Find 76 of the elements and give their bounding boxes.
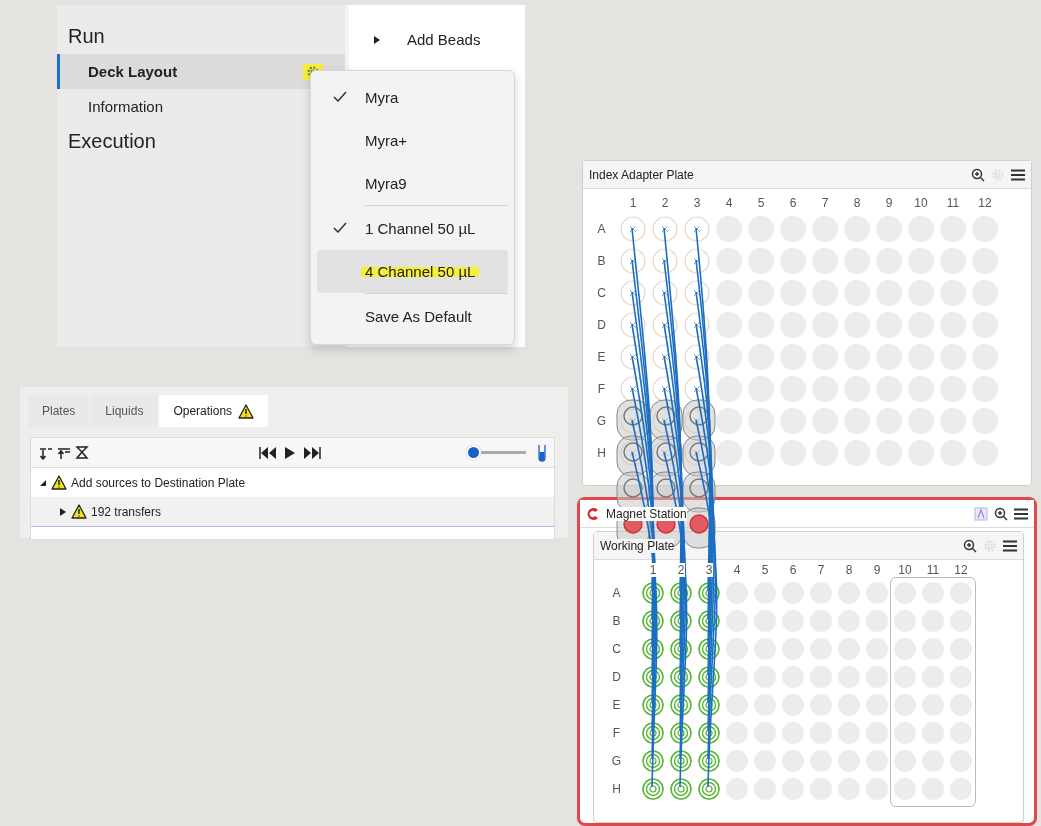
step-label[interactable]: Add Beads xyxy=(407,31,481,48)
tab[interactable]: Plates xyxy=(28,395,90,427)
plate-title: Index Adapter Plate xyxy=(589,167,694,182)
zoom-icon[interactable] xyxy=(994,506,1008,521)
row-label: A xyxy=(596,222,607,236)
column-label: 4 xyxy=(732,562,742,577)
row-label: C xyxy=(596,286,607,300)
row-label: B xyxy=(611,614,622,628)
row-label: B xyxy=(596,254,607,268)
row-label: F xyxy=(596,382,607,396)
column-label: 5 xyxy=(760,562,770,577)
column-label: 11 xyxy=(945,196,961,210)
row-label: H xyxy=(611,782,622,796)
menu-item[interactable]: Save As Default xyxy=(317,295,508,338)
column-label: 8 xyxy=(844,562,854,577)
column-label: 10 xyxy=(897,562,913,577)
tree-item-label[interactable]: Add sources to Destination Plate xyxy=(71,475,246,490)
expand-all-icon[interactable] xyxy=(57,445,71,460)
tab[interactable]: Operations xyxy=(159,395,269,427)
column-label: 10 xyxy=(913,196,929,210)
menu-item[interactable]: Myra9 xyxy=(317,162,508,205)
expanded-arrow-icon[interactable] xyxy=(39,478,47,487)
row-label: E xyxy=(596,350,607,364)
plate-title: Working Plate xyxy=(600,538,675,553)
column-label: 5 xyxy=(756,196,766,210)
row-label: D xyxy=(596,318,607,332)
tree-item-label[interactable]: 192 transfers xyxy=(91,504,162,519)
row-label: E xyxy=(611,698,622,712)
row-label: F xyxy=(611,726,622,740)
collapse-all-icon[interactable] xyxy=(39,445,53,460)
menu-icon[interactable] xyxy=(1011,168,1025,181)
row-label: D xyxy=(611,670,622,684)
menu-item[interactable]: Myra+ xyxy=(317,119,508,162)
skip-forward-icon[interactable] xyxy=(303,446,321,459)
column-label: 6 xyxy=(788,562,798,577)
column-label: 4 xyxy=(724,196,734,210)
square-icon[interactable] xyxy=(974,506,988,521)
column-label: 12 xyxy=(953,562,969,577)
expand-collapse-icon[interactable] xyxy=(75,445,89,460)
collapsed-arrow-icon[interactable] xyxy=(373,35,381,44)
play-icon[interactable] xyxy=(285,446,295,459)
menu-item[interactable]: 1 Channel 50 µL xyxy=(317,207,508,250)
row-label: G xyxy=(595,414,608,428)
tube-icon[interactable] xyxy=(538,443,546,462)
column-label: 1 xyxy=(648,562,658,577)
tab[interactable]: Liquids xyxy=(91,395,158,427)
column-label: 6 xyxy=(788,196,798,210)
column-label: 9 xyxy=(884,196,894,210)
skip-back-icon[interactable] xyxy=(259,446,277,459)
column-label: 3 xyxy=(704,562,714,577)
column-label: 3 xyxy=(692,196,702,210)
speed-slider[interactable] xyxy=(466,445,526,460)
section-heading: Run xyxy=(67,24,106,49)
column-label: 7 xyxy=(816,562,826,577)
column-label: 12 xyxy=(977,196,993,210)
collapsed-arrow-icon[interactable] xyxy=(59,507,67,516)
row-label: G xyxy=(610,754,623,768)
column-label: 11 xyxy=(925,562,941,577)
magnet-icon xyxy=(586,506,600,521)
station-title: Magnet Station xyxy=(606,506,687,521)
column-label: 7 xyxy=(820,196,830,210)
sidebar-item[interactable]: Deck Layout xyxy=(57,54,345,89)
row-label: A xyxy=(611,586,622,600)
menu-icon[interactable] xyxy=(1003,539,1017,552)
menu-icon[interactable] xyxy=(1014,507,1028,520)
column-label: 1 xyxy=(628,196,638,210)
column-label: 2 xyxy=(676,562,686,577)
column-label: 9 xyxy=(872,562,882,577)
zoom-icon[interactable] xyxy=(963,538,977,553)
section-heading: Execution xyxy=(67,129,157,154)
row-label: C xyxy=(611,642,622,656)
menu-item[interactable]: 4 Channel 50 µL xyxy=(317,250,508,293)
row-label: H xyxy=(596,446,607,460)
zoom-icon[interactable] xyxy=(971,167,985,182)
column-label: 8 xyxy=(852,196,862,210)
column-label: 2 xyxy=(660,196,670,210)
